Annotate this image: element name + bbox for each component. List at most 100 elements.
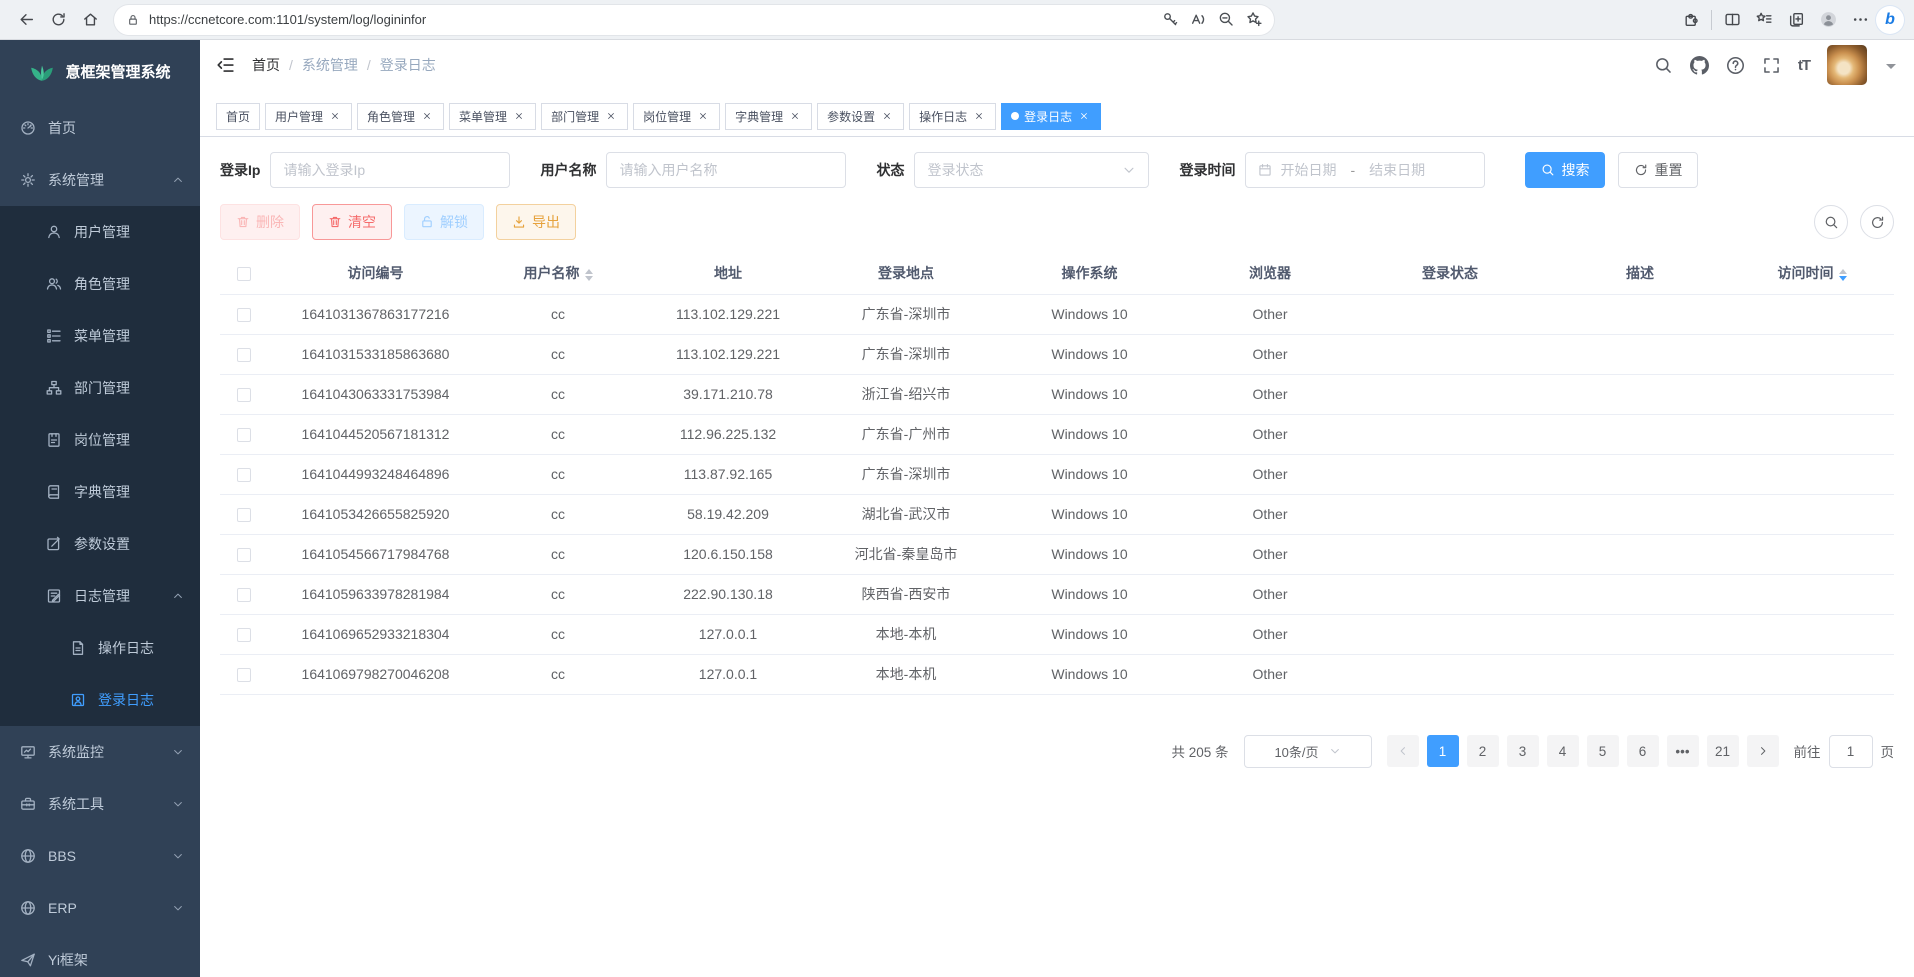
tab[interactable]: 菜单管理 — [449, 103, 536, 130]
sidebar-item[interactable]: 首页 — [0, 102, 200, 154]
tab[interactable]: 首页 — [216, 103, 260, 130]
delete-button[interactable]: 删除 — [220, 204, 300, 240]
page-button[interactable]: 6 — [1627, 735, 1659, 767]
tab[interactable]: 参数设置 — [817, 103, 904, 130]
tab[interactable]: 字典管理 — [725, 103, 812, 130]
tab-close-icon[interactable] — [880, 109, 894, 123]
browser-reload-button[interactable] — [42, 4, 74, 36]
search-button[interactable]: 搜索 — [1525, 152, 1605, 188]
page-button[interactable]: 2 — [1467, 735, 1499, 767]
help-button[interactable] — [1726, 56, 1745, 75]
row-checkbox[interactable] — [237, 628, 251, 642]
row-checkbox[interactable] — [237, 428, 251, 442]
prev-page-button[interactable] — [1387, 735, 1419, 767]
status-filter-select[interactable]: 登录状态 — [914, 152, 1149, 188]
page-size-select[interactable]: 10条/页 — [1244, 735, 1372, 768]
column-header[interactable]: 访问时间 — [1730, 253, 1894, 294]
row-checkbox[interactable] — [237, 388, 251, 402]
column-header[interactable]: 用户名称 — [483, 253, 633, 294]
sidebar-item[interactable]: 部门管理 — [0, 362, 200, 414]
font-size-button[interactable]: tT — [1798, 57, 1810, 74]
tab-close-icon[interactable] — [328, 109, 342, 123]
page-button[interactable]: 1 — [1427, 735, 1459, 767]
sidebar-item[interactable]: BBS — [0, 830, 200, 882]
split-screen-button[interactable] — [1716, 4, 1748, 36]
sidebar-item[interactable]: 系统管理 — [0, 154, 200, 206]
fullscreen-button[interactable] — [1762, 56, 1781, 75]
favorites-button[interactable] — [1748, 4, 1780, 36]
tab-close-icon[interactable] — [420, 109, 434, 123]
sidebar-item[interactable]: 登录日志 — [0, 674, 200, 726]
page-button[interactable]: 21 — [1707, 735, 1739, 767]
row-checkbox[interactable] — [237, 548, 251, 562]
browser-home-button[interactable] — [74, 4, 106, 36]
sidebar-item[interactable]: 岗位管理 — [0, 414, 200, 466]
sidebar-item[interactable]: 系统监控 — [0, 726, 200, 778]
more-pages-button[interactable]: ••• — [1667, 735, 1699, 767]
tab-close-icon[interactable] — [696, 109, 710, 123]
user-avatar[interactable] — [1827, 45, 1867, 85]
sidebar-item[interactable]: 参数设置 — [0, 518, 200, 570]
toggle-search-button[interactable] — [1814, 205, 1848, 239]
tab-close-icon[interactable] — [788, 109, 802, 123]
tab[interactable]: 角色管理 — [357, 103, 444, 130]
select-all-checkbox[interactable] — [237, 267, 251, 281]
sidebar-item[interactable]: 角色管理 — [0, 258, 200, 310]
sidebar-item[interactable]: 日志管理 — [0, 570, 200, 622]
sort-caret-icon[interactable] — [585, 269, 593, 281]
add-favorite-button[interactable] — [1240, 6, 1268, 34]
tab[interactable]: 用户管理 — [265, 103, 352, 130]
browser-menu-button[interactable] — [1844, 4, 1876, 36]
sidebar-fold-button[interactable] — [216, 55, 236, 75]
sidebar-item[interactable]: 字典管理 — [0, 466, 200, 518]
avatar-caret-icon[interactable] — [1886, 64, 1896, 74]
row-checkbox[interactable] — [237, 468, 251, 482]
page-button[interactable]: 3 — [1507, 735, 1539, 767]
sidebar-item[interactable]: 系统工具 — [0, 778, 200, 830]
tab-close-icon[interactable] — [1077, 109, 1091, 123]
ip-filter-input[interactable]: 请输入登录Ip — [270, 152, 510, 188]
extensions-button[interactable] — [1675, 4, 1707, 36]
copilot-button[interactable]: b — [1876, 6, 1904, 34]
refresh-table-button[interactable] — [1860, 205, 1894, 239]
page-button[interactable]: 4 — [1547, 735, 1579, 767]
sidebar-item[interactable]: 菜单管理 — [0, 310, 200, 362]
tab-close-icon[interactable] — [512, 109, 526, 123]
browser-back-button[interactable] — [10, 4, 42, 36]
select-all-header[interactable] — [220, 253, 268, 294]
username-filter-input[interactable]: 请输入用户名称 — [606, 152, 846, 188]
unlock-button[interactable]: 解锁 — [404, 204, 484, 240]
read-aloud-button[interactable] — [1184, 6, 1212, 34]
address-bar[interactable]: https://ccnetcore.com:1101/system/log/lo… — [114, 5, 1274, 35]
goto-page-input[interactable]: 1 — [1829, 735, 1873, 768]
zoom-out-button[interactable] — [1212, 6, 1240, 34]
sidebar-item[interactable]: ERP — [0, 882, 200, 934]
clear-button[interactable]: 清空 — [312, 204, 392, 240]
tab-close-icon[interactable] — [972, 109, 986, 123]
breadcrumb-home[interactable]: 首页 — [252, 55, 280, 75]
password-key-icon[interactable] — [1156, 6, 1184, 34]
sidebar-item[interactable]: 操作日志 — [0, 622, 200, 674]
tab[interactable]: 岗位管理 — [633, 103, 720, 130]
tab-close-icon[interactable] — [604, 109, 618, 123]
reset-button[interactable]: 重置 — [1618, 152, 1698, 188]
row-checkbox[interactable] — [237, 508, 251, 522]
tab[interactable]: 登录日志 — [1001, 103, 1101, 130]
export-button[interactable]: 导出 — [496, 204, 576, 240]
sidebar-item[interactable]: Yi框架 — [0, 934, 200, 977]
row-checkbox[interactable] — [237, 308, 251, 322]
tab[interactable]: 操作日志 — [909, 103, 996, 130]
row-checkbox[interactable] — [237, 348, 251, 362]
sidebar-item[interactable]: 用户管理 — [0, 206, 200, 258]
page-button[interactable]: 5 — [1587, 735, 1619, 767]
header-search-button[interactable] — [1654, 56, 1673, 75]
github-link[interactable] — [1690, 56, 1709, 75]
browser-profile-button[interactable] — [1812, 4, 1844, 36]
sort-caret-icon[interactable] — [1839, 269, 1847, 281]
row-checkbox[interactable] — [237, 668, 251, 682]
tab[interactable]: 部门管理 — [541, 103, 628, 130]
date-range-picker[interactable]: 开始日期 - 结束日期 — [1245, 152, 1485, 188]
row-checkbox[interactable] — [237, 588, 251, 602]
next-page-button[interactable] — [1747, 735, 1779, 767]
collections-button[interactable] — [1780, 4, 1812, 36]
